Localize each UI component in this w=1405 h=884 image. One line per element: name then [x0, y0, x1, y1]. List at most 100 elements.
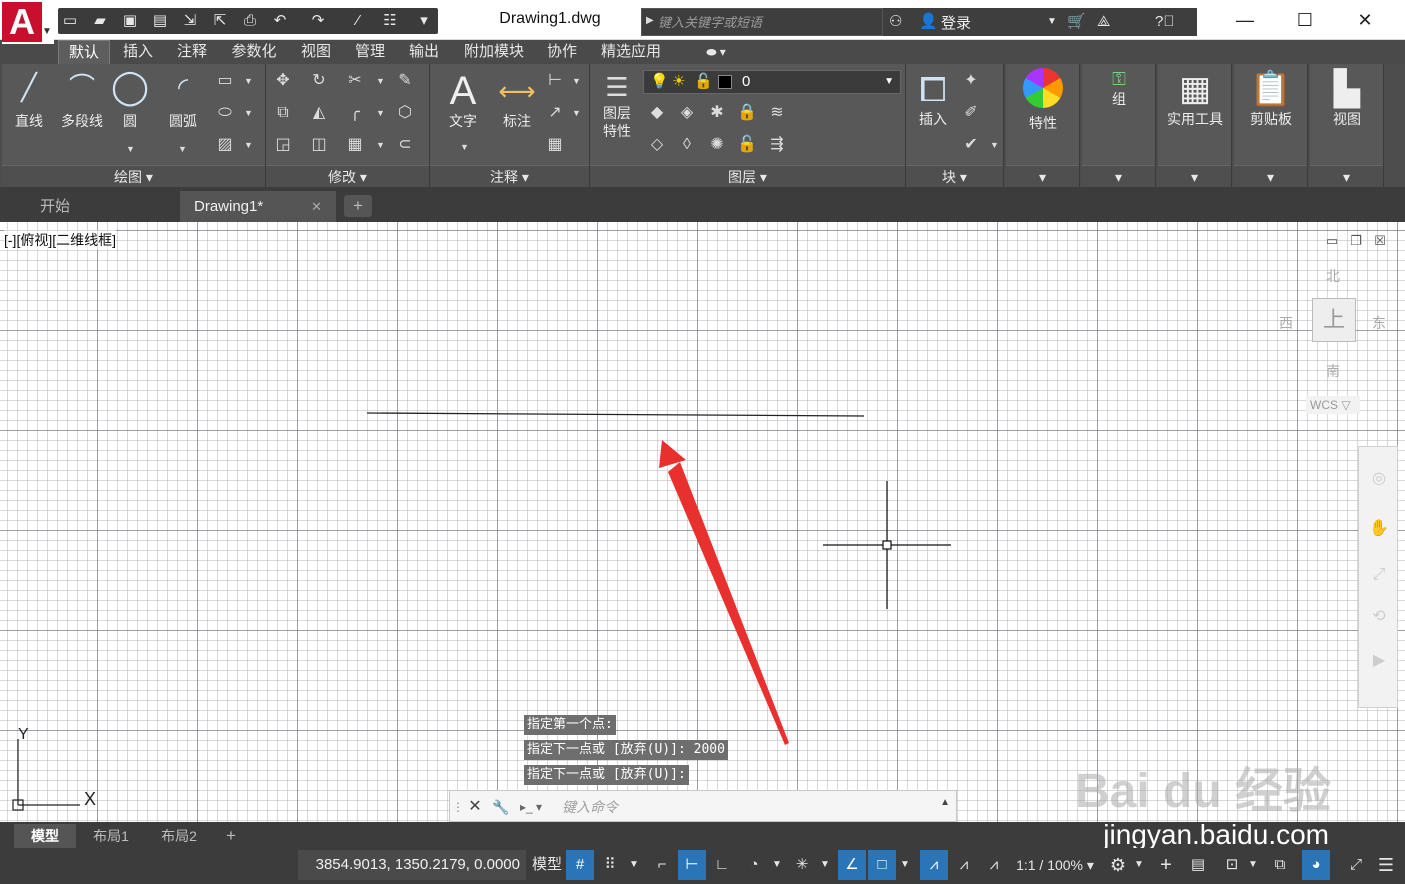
model-space-toggle[interactable]: 模型: [530, 850, 564, 880]
chevron-up-icon[interactable]: ▲: [940, 797, 950, 808]
isodraft-icon[interactable]: ✳: [788, 850, 816, 880]
chevron-down-icon[interactable]: ▼: [572, 108, 581, 118]
chevron-down-icon[interactable]: ▼: [376, 108, 385, 118]
layer-unisolate-icon[interactable]: ◊: [676, 134, 698, 156]
panel-layers-title[interactable]: 图层 ▾: [590, 165, 905, 187]
user-icon[interactable]: 👤: [919, 12, 938, 32]
insert-block-tool[interactable]: ⧠ 插入: [908, 70, 958, 128]
object-snap-icon[interactable]: □: [868, 850, 896, 880]
properties-tool[interactable]: 特性: [1006, 68, 1080, 132]
chevron-down-icon[interactable]: ▼: [244, 108, 253, 118]
chevron-down-icon[interactable]: ▼: [572, 76, 581, 86]
annotation-visibility-icon[interactable]: ⩘: [920, 850, 948, 880]
dimension-tool[interactable]: ⟷ 标注: [492, 70, 542, 130]
quick-properties-icon[interactable]: ▤: [1184, 850, 1212, 880]
copy-icon[interactable]: ⧉: [272, 102, 294, 124]
group-tool[interactable]: ⚿ 组: [1082, 68, 1156, 108]
layer-properties-tool[interactable]: ☰ 图层 特性: [594, 70, 640, 140]
chevron-down-icon[interactable]: ▼: [818, 850, 832, 880]
polyline-tool[interactable]: ⌒ 多段线: [54, 70, 110, 130]
chevron-down-icon[interactable]: ▼: [1246, 850, 1260, 880]
panel-properties-expand[interactable]: ▾: [1006, 165, 1079, 187]
clipboard-tool[interactable]: 📋 剪贴板: [1234, 68, 1308, 128]
chevron-down-icon[interactable]: ▼: [898, 850, 912, 880]
print-icon[interactable]: ⎙: [240, 11, 260, 31]
import-icon[interactable]: ⇲: [180, 11, 200, 31]
gear-icon[interactable]: ⚙: [1104, 850, 1132, 880]
snap-icon[interactable]: ⠿: [596, 850, 624, 880]
save-icon[interactable]: ▣: [120, 11, 140, 31]
explode-icon[interactable]: ⬡: [394, 102, 416, 124]
mirror-icon[interactable]: ◭: [308, 102, 330, 124]
view-tool[interactable]: ▙ 视图: [1310, 68, 1384, 128]
table-icon[interactable]: ▦: [544, 134, 566, 156]
tab-featured-apps[interactable]: 精选应用: [592, 40, 670, 64]
ellipse-icon[interactable]: ⬭: [214, 102, 236, 124]
match-icon[interactable]: ⁄: [348, 11, 368, 31]
connect-icon[interactable]: ⟁: [1097, 12, 1110, 32]
help-icon[interactable]: ?⃝: [1155, 12, 1175, 32]
chevron-down-icon[interactable]: ▼: [1132, 850, 1146, 880]
maximize-button[interactable]: ☐: [1285, 6, 1325, 34]
hardware-acceleration-icon[interactable]: ◕: [1302, 850, 1330, 880]
chevron-down-icon[interactable]: ▼: [990, 140, 999, 150]
minimize-button[interactable]: —: [1225, 6, 1265, 34]
tab-annotate[interactable]: 注释: [168, 40, 216, 64]
chevron-down-icon[interactable]: ▼: [1047, 12, 1057, 32]
layer-dropdown[interactable]: 💡 ☀ 🔓 0 ▼: [643, 70, 901, 94]
arc-tool[interactable]: ◜ 圆弧 ▼: [158, 70, 208, 154]
isolate-objects-icon[interactable]: ⧉: [1266, 850, 1294, 880]
rectangle-icon[interactable]: ▭: [214, 70, 236, 92]
layer-merge-icon[interactable]: ⇶: [766, 134, 788, 156]
layer-off-icon[interactable]: ◇: [646, 134, 668, 156]
utilities-tool[interactable]: ▦ 实用工具: [1158, 68, 1232, 128]
layer-isolate-icon[interactable]: ◆: [646, 102, 668, 124]
polar-tracking-icon[interactable]: ◔: [740, 850, 768, 880]
tab-drawing1[interactable]: Drawing1* ✕: [180, 191, 336, 222]
panel-utilities-expand[interactable]: ▾: [1158, 165, 1231, 187]
panel-draw-title[interactable]: 绘图 ▾: [2, 165, 265, 187]
ortho-icon[interactable]: ∟: [708, 850, 736, 880]
create-block-icon[interactable]: ✦: [960, 70, 982, 92]
edit-block-icon[interactable]: ✐: [960, 102, 982, 124]
tab-parametric[interactable]: 参数化: [224, 40, 284, 64]
hatch-icon[interactable]: ▨: [214, 134, 236, 156]
close-button[interactable]: ✕: [1345, 6, 1385, 34]
circle-tool[interactable]: ◯ 圆 ▼: [108, 70, 152, 154]
linear-dim-icon[interactable]: ⊢: [544, 70, 566, 92]
cart-icon[interactable]: 🛒: [1067, 12, 1086, 32]
chevron-down-icon[interactable]: ▼: [376, 140, 385, 150]
application-menu-button[interactable]: A ▼: [2, 2, 54, 44]
new-tab-icon[interactable]: +: [344, 195, 372, 217]
stretch-icon[interactable]: ◲: [272, 134, 294, 156]
chevron-down-icon[interactable]: ▼: [244, 140, 253, 150]
export-icon[interactable]: ⇱: [210, 11, 230, 31]
lock-ui-icon[interactable]: ⊡: [1218, 850, 1246, 880]
tab-start[interactable]: 开始: [26, 191, 176, 222]
move-icon[interactable]: ✥: [272, 70, 294, 92]
command-prompt-icon[interactable]: ▸_ ▾: [520, 797, 556, 817]
chevron-down-icon[interactable]: ▼: [376, 76, 385, 86]
panel-clipboard-expand[interactable]: ▾: [1234, 165, 1307, 187]
wrench-icon[interactable]: 🔧: [490, 795, 512, 819]
command-input[interactable]: [562, 795, 922, 819]
redo-icon[interactable]: ↷: [308, 11, 328, 31]
object-snap-tracking-icon[interactable]: ∠: [838, 850, 866, 880]
offset-icon[interactable]: ⊂: [394, 134, 416, 156]
coordinates-readout[interactable]: 3854.9013, 1350.2179, 0.0000: [298, 850, 526, 880]
save-as-icon[interactable]: ▤: [150, 11, 170, 31]
layer-freeze-icon[interactable]: ✱: [706, 102, 728, 124]
tab-model[interactable]: 模型: [14, 824, 76, 848]
close-tab-icon[interactable]: ✕: [311, 191, 322, 222]
erase-icon[interactable]: ✎: [394, 70, 416, 92]
new-file-icon[interactable]: ▭: [60, 11, 80, 31]
search-input[interactable]: [658, 11, 880, 33]
panel-modify-title[interactable]: 修改 ▾: [266, 165, 429, 187]
chevron-down-icon[interactable]: ▼: [244, 76, 253, 86]
tab-manage[interactable]: 管理: [346, 40, 394, 64]
tab-view[interactable]: 视图: [292, 40, 340, 64]
drag-handle-icon[interactable]: ⋮: [452, 795, 464, 819]
rotate-icon[interactable]: ↻: [308, 70, 330, 92]
undo-icon[interactable]: ↶: [270, 11, 290, 31]
tab-layout2[interactable]: 布局2: [146, 824, 212, 848]
